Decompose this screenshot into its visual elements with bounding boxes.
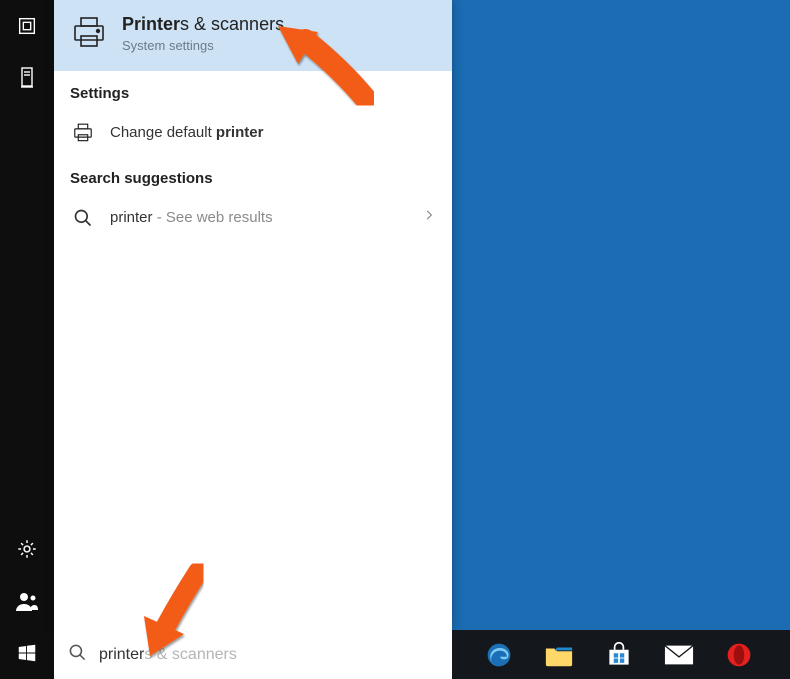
search-icon: [70, 205, 96, 231]
best-match-result[interactable]: Printers & scanners System settings: [54, 0, 452, 71]
best-match-title-bold: Printer: [122, 14, 180, 34]
settings-header: Settings: [54, 71, 452, 110]
settings-result-bold: printer: [216, 124, 264, 141]
edge-icon: [485, 641, 513, 669]
device-icon: [17, 66, 37, 90]
search-box[interactable]: printers & scanners: [54, 630, 452, 679]
settings-result-change-default-printer[interactable]: Change default printer: [54, 110, 452, 156]
suggestions-header: Search suggestions: [54, 156, 452, 195]
best-match-title-rest: s & scanners: [180, 14, 284, 34]
rail-people[interactable]: [0, 575, 54, 627]
taskbar-edge[interactable]: [474, 630, 524, 679]
taskbar: [452, 630, 790, 679]
rail-settings[interactable]: [0, 523, 54, 575]
chevron-right-icon: [422, 208, 436, 227]
rail-app-icon[interactable]: [0, 0, 54, 52]
taskbar-store[interactable]: [594, 630, 644, 679]
best-match-text: Printers & scanners System settings: [122, 14, 284, 53]
web-suggestion-query: printer: [110, 209, 153, 226]
taskbar-opera[interactable]: [714, 630, 764, 679]
search-icon: [68, 643, 87, 667]
square-icon: [16, 15, 38, 37]
search-input-suggestion: s & scanners: [144, 646, 236, 664]
taskbar-mail[interactable]: [654, 630, 704, 679]
settings-result-prefix: Change default: [110, 124, 216, 141]
people-icon: [15, 590, 39, 612]
store-icon: [605, 641, 633, 669]
gear-icon: [16, 538, 38, 560]
printer-icon: [70, 120, 96, 146]
mail-icon: [664, 644, 694, 666]
cortana-rail: [0, 0, 54, 679]
web-suggestion-row[interactable]: printer - See web results: [54, 195, 452, 241]
folder-icon: [544, 642, 574, 668]
rail-tower-icon[interactable]: [0, 52, 54, 104]
best-match-subtitle: System settings: [122, 38, 284, 53]
search-input-typed: printer: [99, 646, 144, 664]
start-button[interactable]: [0, 627, 54, 679]
search-results-panel: Printers & scanners System settings Sett…: [54, 0, 452, 630]
windows-icon: [16, 642, 38, 664]
opera-icon: [725, 641, 753, 669]
taskbar-file-explorer[interactable]: [534, 630, 584, 679]
web-suggestion-hint: - See web results: [153, 209, 273, 226]
printer-icon: [70, 14, 108, 52]
